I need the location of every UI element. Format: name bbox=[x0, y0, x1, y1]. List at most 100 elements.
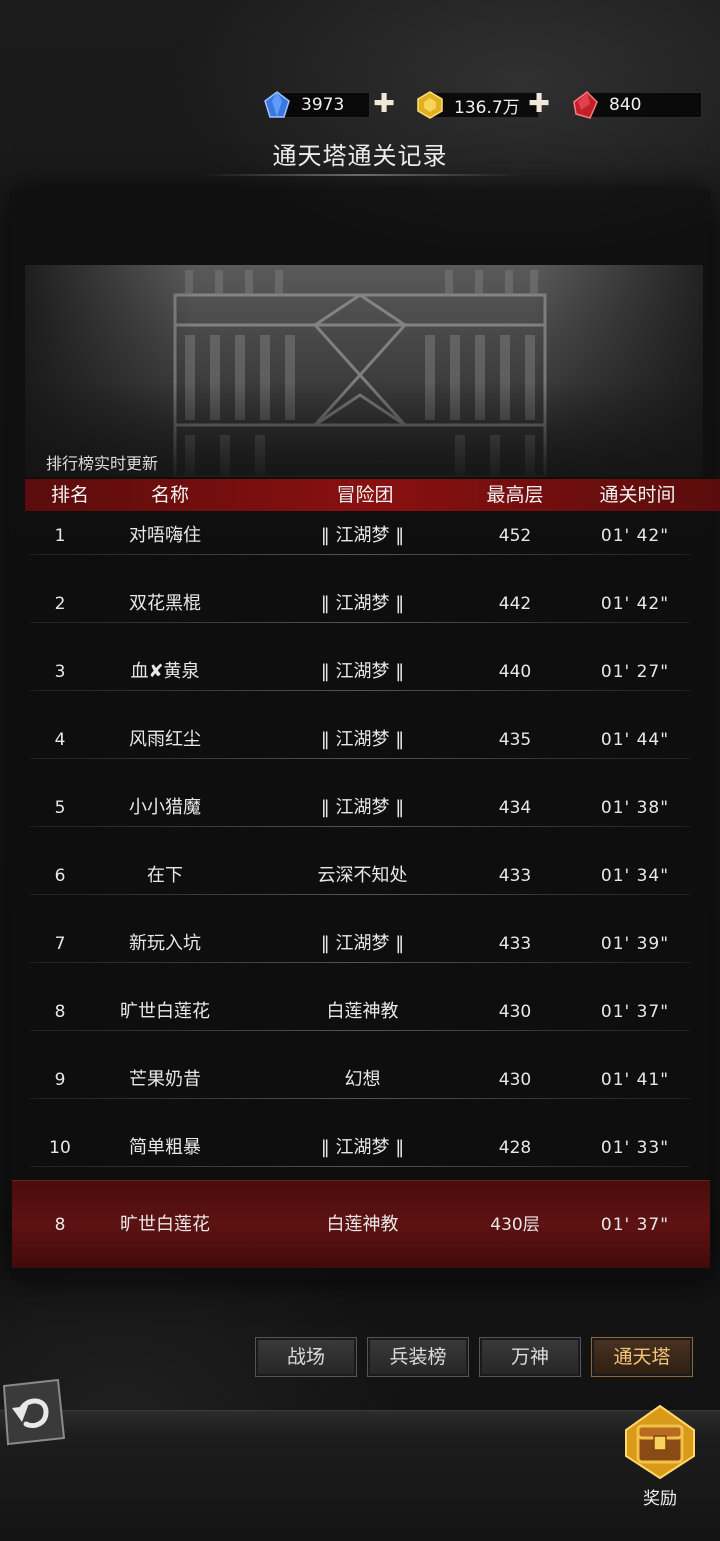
guild-cell: ‖ 江湖梦 ‖ bbox=[320, 797, 405, 818]
player-name-cell: 对唔嗨住 bbox=[129, 525, 201, 546]
guild-cell: ‖ 江湖梦 ‖ bbox=[320, 593, 405, 614]
row-divider bbox=[30, 1030, 690, 1031]
player-name-cell: 风雨红尘 bbox=[129, 729, 201, 750]
my-guild-cell: 白莲神教 bbox=[326, 1214, 399, 1235]
table-row[interactable]: 2 双花黑棍 ‖ 江湖梦 ‖ 442 01' 42" bbox=[25, 579, 705, 647]
tab-battlefield[interactable]: 战场 bbox=[255, 1337, 357, 1377]
back-arrow-icon bbox=[2, 1378, 66, 1446]
rank-cell: 9 bbox=[54, 1070, 66, 1090]
my-rank-row[interactable]: 8 旷世白莲花 白莲神教 430层 01' 37" bbox=[12, 1180, 710, 1268]
table-row[interactable]: 8 旷世白莲花 白莲神教 430 01' 37" bbox=[25, 987, 705, 1055]
rank-cell: 7 bbox=[54, 934, 66, 954]
tab-tower[interactable]: 通天塔 bbox=[591, 1337, 693, 1377]
player-name-cell: 简单粗暴 bbox=[129, 1137, 201, 1158]
reward-label: 奖励 bbox=[643, 1489, 677, 1509]
time-cell: 01' 44" bbox=[600, 730, 670, 750]
banner-shading bbox=[25, 265, 703, 477]
add-diamond-button[interactable]: ✚ bbox=[372, 91, 396, 117]
time-cell: 01' 42" bbox=[600, 594, 670, 614]
header-name: 名称 bbox=[150, 484, 189, 506]
player-name-cell: 在下 bbox=[147, 865, 183, 886]
row-divider bbox=[30, 1166, 690, 1167]
time-cell: 01' 34" bbox=[600, 866, 670, 886]
guild-cell: ‖ 江湖梦 ‖ bbox=[320, 729, 405, 750]
floor-cell: 433 bbox=[498, 934, 532, 954]
ruby-currency: 840 bbox=[570, 88, 702, 122]
red-crystal-icon bbox=[573, 91, 598, 119]
guild-cell: 云深不知处 bbox=[317, 865, 408, 886]
rank-cell: 10 bbox=[49, 1138, 71, 1158]
gold-currency: 136.7万 bbox=[415, 88, 539, 122]
tab-equipment-ranking[interactable]: 兵装榜 bbox=[367, 1337, 469, 1377]
add-gold-button[interactable]: ✚ bbox=[527, 91, 551, 117]
guild-cell: ‖ 江湖梦 ‖ bbox=[320, 661, 405, 682]
row-divider bbox=[30, 758, 690, 759]
ranking-table-header: 排名 名称 冒险团 最高层 通关时间 bbox=[25, 479, 720, 511]
rank-cell: 5 bbox=[54, 798, 66, 818]
gold-gem-icon bbox=[417, 91, 443, 119]
time-cell: 01' 27" bbox=[600, 662, 670, 682]
player-name-cell: 血✘黄泉 bbox=[130, 661, 200, 682]
time-cell: 01' 41" bbox=[600, 1070, 670, 1090]
player-name-cell: 芒果奶昔 bbox=[129, 1069, 201, 1090]
row-divider bbox=[30, 894, 690, 895]
treasure-chest-icon bbox=[625, 1404, 695, 1480]
blue-diamond-icon bbox=[264, 91, 290, 118]
floor-cell: 430 bbox=[498, 1070, 532, 1090]
title-divider bbox=[200, 174, 520, 176]
rank-cell: 4 bbox=[54, 730, 66, 750]
row-divider bbox=[30, 1098, 690, 1099]
tower-ranking-screen: 3973 ✚ 136.7万 ✚ 840 通天塔通关记录 排行榜实时更新 排名 名… bbox=[0, 0, 720, 1541]
diamond-currency: 3973 bbox=[262, 88, 370, 122]
rank-cell: 1 bbox=[54, 526, 66, 546]
back-button[interactable] bbox=[0, 1378, 66, 1446]
rank-cell: 3 bbox=[54, 662, 66, 682]
time-cell: 01' 33" bbox=[600, 1138, 670, 1158]
rank-cell: 8 bbox=[54, 1002, 66, 1022]
guild-cell: 幻想 bbox=[344, 1069, 381, 1090]
row-divider bbox=[30, 962, 690, 963]
header-guild: 冒险团 bbox=[336, 484, 394, 506]
row-divider bbox=[30, 622, 690, 623]
floor-cell: 434 bbox=[498, 798, 532, 818]
my-name-cell: 旷世白莲花 bbox=[120, 1214, 210, 1235]
page-title: 通天塔通关记录 bbox=[272, 142, 448, 170]
player-name-cell: 双花黑棍 bbox=[129, 593, 201, 614]
player-name-cell: 旷世白莲花 bbox=[120, 1001, 210, 1022]
floor-cell: 428 bbox=[498, 1138, 532, 1158]
row-divider bbox=[30, 690, 690, 691]
my-time-cell: 01' 37" bbox=[600, 1215, 670, 1235]
table-row[interactable]: 1 对唔嗨住 ‖ 江湖梦 ‖ 452 01' 42" bbox=[25, 511, 705, 579]
table-row[interactable]: 9 芒果奶昔 幻想 430 01' 41" bbox=[25, 1055, 705, 1123]
my-floor-cell: 430层 bbox=[490, 1215, 540, 1235]
time-cell: 01' 42" bbox=[600, 526, 670, 546]
tower-banner-image bbox=[25, 265, 703, 477]
floor-cell: 452 bbox=[498, 526, 532, 546]
guild-cell: ‖ 江湖梦 ‖ bbox=[320, 525, 405, 546]
guild-cell: ‖ 江湖梦 ‖ bbox=[320, 1137, 405, 1158]
guild-cell: 白莲神教 bbox=[326, 1001, 399, 1022]
table-row[interactable]: 3 血✘黄泉 ‖ 江湖梦 ‖ 440 01' 27" bbox=[25, 647, 705, 715]
floor-cell: 440 bbox=[498, 662, 532, 682]
ruby-count: 840 bbox=[582, 92, 702, 118]
table-row[interactable]: 4 风雨红尘 ‖ 江湖梦 ‖ 435 01' 44" bbox=[25, 715, 705, 783]
row-divider bbox=[30, 554, 690, 555]
floor-cell: 430 bbox=[498, 1002, 532, 1022]
table-row[interactable]: 5 小小猎魔 ‖ 江湖梦 ‖ 434 01' 38" bbox=[25, 783, 705, 851]
rank-cell: 2 bbox=[54, 594, 66, 614]
floor-cell: 435 bbox=[498, 730, 532, 750]
rank-cell: 6 bbox=[54, 866, 66, 886]
player-name-cell: 小小猎魔 bbox=[129, 797, 201, 818]
my-rank-cell: 8 bbox=[54, 1215, 66, 1235]
floor-cell: 433 bbox=[498, 866, 532, 886]
time-cell: 01' 39" bbox=[600, 934, 670, 954]
table-row[interactable]: 7 新玩入坑 ‖ 江湖梦 ‖ 433 01' 39" bbox=[25, 919, 705, 987]
table-row[interactable]: 6 在下 云深不知处 433 01' 34" bbox=[25, 851, 705, 919]
header-rank: 排名 bbox=[50, 484, 89, 506]
time-cell: 01' 37" bbox=[600, 1002, 670, 1022]
guild-cell: ‖ 江湖梦 ‖ bbox=[320, 933, 405, 954]
player-name-cell: 新玩入坑 bbox=[129, 933, 201, 954]
reward-chest-button[interactable] bbox=[622, 1404, 698, 1480]
realtime-update-label: 排行榜实时更新 bbox=[46, 454, 159, 473]
tab-pantheon[interactable]: 万神 bbox=[479, 1337, 581, 1377]
